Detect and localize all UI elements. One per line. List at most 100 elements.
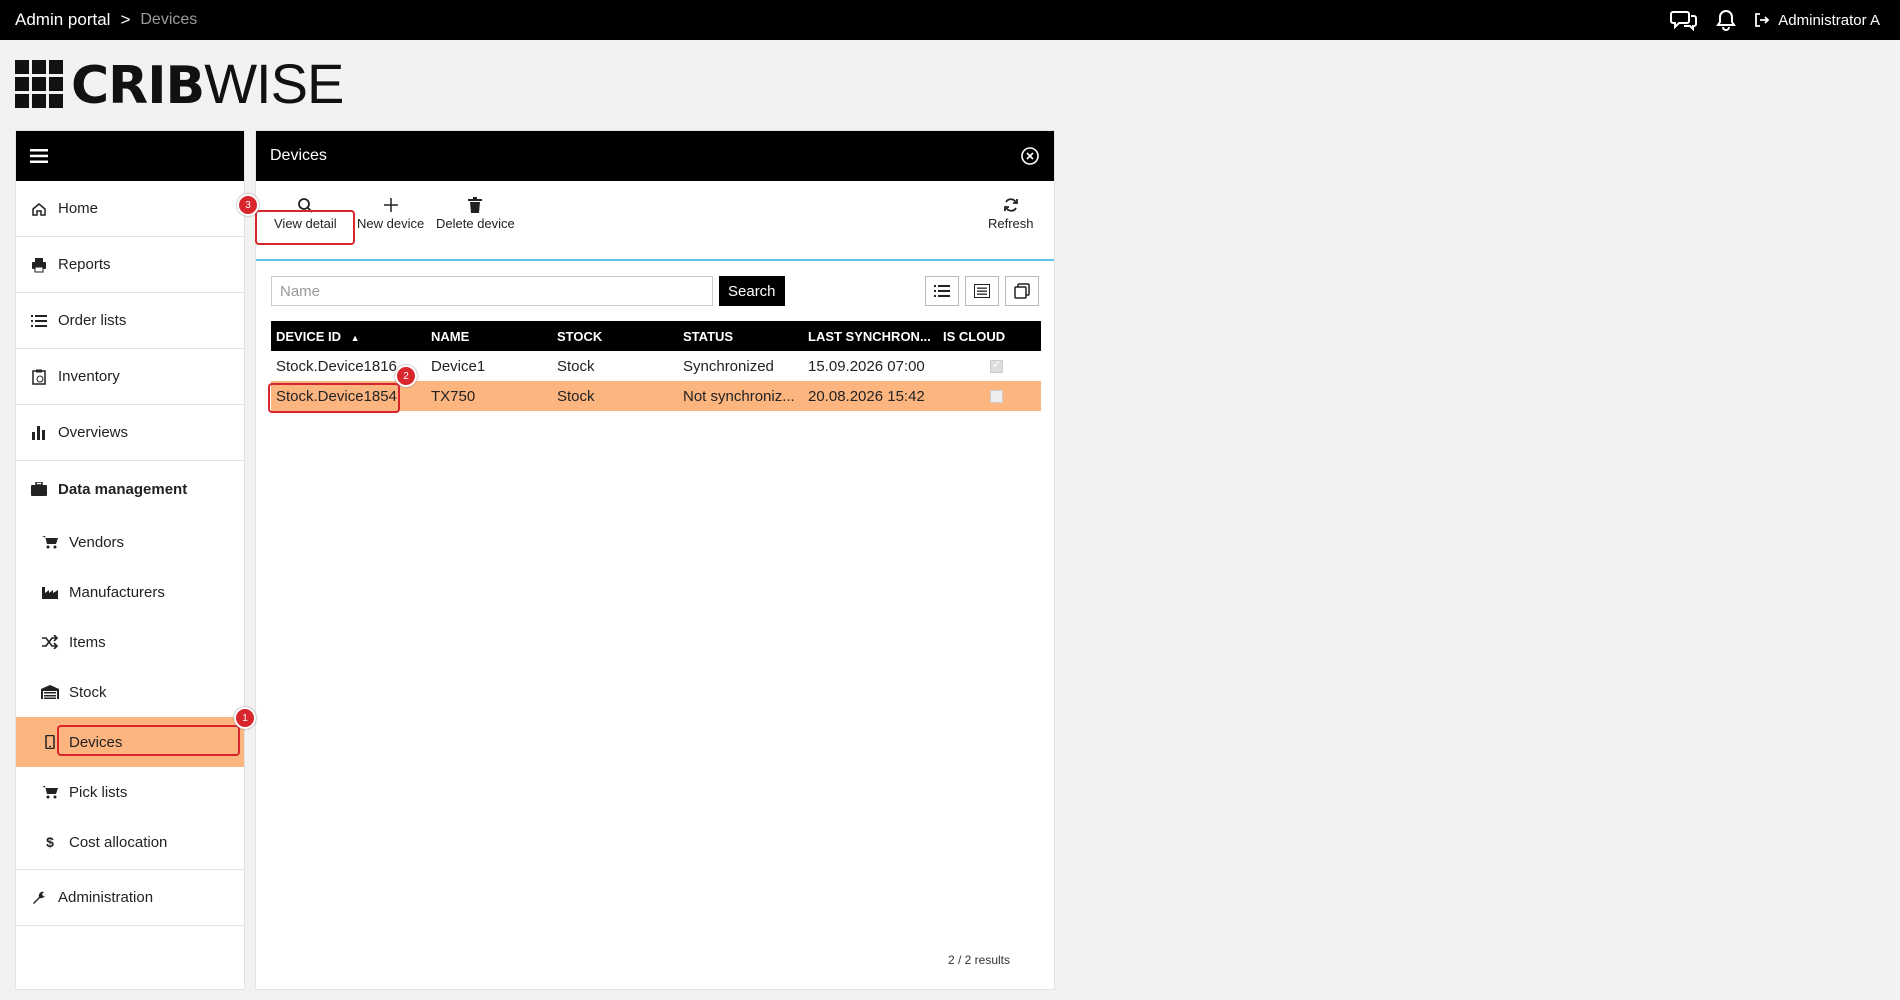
shuffle-icon — [41, 635, 59, 649]
column-header-stock[interactable]: STOCK — [552, 321, 678, 351]
column-header-name[interactable]: NAME — [426, 321, 552, 351]
delete-device-label: Delete device — [436, 216, 515, 231]
annotation-badge-1: 1 — [234, 707, 256, 729]
sidebar-subitem-pick-lists[interactable]: Pick lists — [16, 767, 244, 817]
sidebar-item-inventory[interactable]: Inventory — [16, 349, 244, 405]
table-header-row: DEVICE ID ▲ NAME STOCK STATUS LAST SYNCH… — [271, 321, 1041, 351]
cribwise-logo: CRIBWISE — [15, 56, 344, 112]
cell-is-cloud — [938, 381, 1041, 411]
sidebar-item-label: Pick lists — [69, 783, 128, 801]
wrench-icon — [30, 890, 48, 906]
cell-last-sync: 20.08.2026 15:42 — [803, 381, 938, 411]
is-cloud-checkbox — [990, 390, 1003, 404]
refresh-button[interactable]: Refresh — [988, 197, 1034, 231]
logo-text-light: WISE — [204, 52, 344, 115]
sidebar-item-label: Manufacturers — [69, 583, 165, 601]
breadcrumb-separator: > — [120, 10, 131, 29]
user-name: Administrator A — [1778, 11, 1880, 29]
user-menu[interactable]: Administrator A — [1754, 12, 1880, 29]
is-cloud-checkbox — [990, 358, 1003, 374]
sidebar-item-label: Items — [69, 633, 106, 651]
sidebar-item-label: Cost allocation — [69, 833, 168, 851]
warehouse-icon — [41, 685, 59, 699]
panel-header: Devices — [256, 131, 1054, 181]
refresh-icon — [1003, 197, 1019, 213]
bar-chart-icon — [30, 425, 48, 440]
briefcase-icon — [30, 482, 48, 496]
top-bar: Admin portal > Devices Administrator A — [0, 0, 1900, 40]
sidebar-subitem-manufacturers[interactable]: Manufacturers — [16, 567, 244, 617]
bell-icon[interactable] — [1716, 9, 1737, 31]
cell-status: Synchronized — [683, 357, 774, 375]
toolbar: View detail New device Delete device Ref… — [256, 181, 1054, 261]
sidebar-item-label: Overviews — [58, 424, 129, 441]
cell-last-sync: 15.09.2026 07:00 — [808, 357, 925, 375]
chat-icon[interactable] — [1670, 9, 1698, 31]
close-icon[interactable] — [1020, 146, 1040, 166]
plus-icon — [383, 197, 399, 213]
annotation-highlight-view-detail — [255, 210, 355, 245]
sidebar-item-label: Home — [58, 200, 99, 217]
detail-view-icon — [974, 284, 990, 298]
sort-asc-icon: ▲ — [350, 332, 360, 343]
new-device-button[interactable]: New device — [357, 197, 424, 231]
sidebar-item-administration[interactable]: Administration — [16, 870, 244, 926]
column-header-last-sync[interactable]: LAST SYNCHRON... — [803, 321, 938, 351]
list-icon — [30, 314, 48, 328]
cart-icon — [41, 785, 59, 799]
breadcrumb: Admin portal > Devices — [15, 10, 197, 30]
sidebar-subitem-cost-allocation[interactable]: $ Cost allocation — [16, 817, 244, 867]
logo-text-bold: CRIB — [71, 56, 205, 116]
logo-mark-icon — [15, 60, 63, 108]
breadcrumb-root[interactable]: Admin portal — [15, 10, 110, 30]
list-view-icon — [934, 284, 950, 298]
cell-name: Device1 — [431, 357, 486, 375]
table-row[interactable]: Stock.Device1816 Device1 Stock Synchroni… — [271, 351, 1041, 381]
annotation-highlight-row — [268, 383, 400, 413]
list-view-button[interactable] — [925, 276, 959, 306]
column-header-status[interactable]: STATUS — [678, 321, 803, 351]
logout-icon — [1754, 12, 1770, 28]
panel-title: Devices — [270, 147, 327, 164]
sidebar-item-home[interactable]: Home — [16, 181, 244, 237]
breadcrumb-current: Devices — [140, 11, 198, 28]
results-count: 2 / 2 results — [947, 953, 1010, 967]
detail-view-button[interactable] — [965, 276, 999, 306]
hamburger-icon[interactable] — [30, 149, 48, 163]
cell-stock: Stock — [557, 357, 595, 375]
sidebar-item-data-management[interactable]: Data management — [16, 461, 244, 517]
annotation-badge-3: 3 — [237, 194, 259, 216]
sidebar-item-label: Inventory — [58, 368, 120, 385]
new-device-label: New device — [357, 216, 425, 231]
clipboard-icon — [30, 369, 48, 385]
sidebar-item-reports[interactable]: Reports — [16, 237, 244, 293]
cell-status: Not synchroniz... — [678, 381, 803, 411]
column-header-device-id[interactable]: DEVICE ID ▲ — [271, 321, 426, 351]
sidebar: Home Reports Order lists Inventory Overv… — [15, 130, 245, 990]
search-button[interactable]: Search — [719, 276, 785, 306]
cart-icon — [41, 535, 59, 549]
home-icon — [30, 201, 48, 217]
cell-stock: Stock — [552, 381, 678, 411]
column-header-is-cloud[interactable]: IS CLOUD — [938, 321, 1041, 351]
sidebar-item-order-lists[interactable]: Order lists — [16, 293, 244, 349]
cell-name: TX750 — [426, 381, 552, 411]
search-row: Search — [271, 276, 785, 306]
sidebar-subitem-items[interactable]: Items — [16, 617, 244, 667]
name-search-input[interactable] — [271, 276, 713, 306]
delete-device-button[interactable]: Delete device — [436, 197, 515, 231]
copy-icon — [1014, 283, 1030, 299]
sidebar-header — [16, 131, 244, 181]
sidebar-subitem-vendors[interactable]: Vendors — [16, 517, 244, 567]
printer-icon — [30, 257, 48, 273]
copy-view-button[interactable] — [1005, 276, 1039, 306]
devices-panel: Devices View detail New device Delete de… — [255, 130, 1055, 990]
sidebar-subitem-stock[interactable]: Stock — [16, 667, 244, 717]
sidebar-item-label: Vendors — [69, 533, 125, 551]
refresh-label: Refresh — [988, 216, 1034, 231]
dollar-icon: $ — [46, 834, 54, 850]
annotation-badge-2: 2 — [395, 365, 417, 387]
cell-is-cloud — [938, 351, 1041, 381]
sidebar-item-label: Data management — [58, 480, 188, 498]
sidebar-item-overviews[interactable]: Overviews — [16, 405, 244, 461]
